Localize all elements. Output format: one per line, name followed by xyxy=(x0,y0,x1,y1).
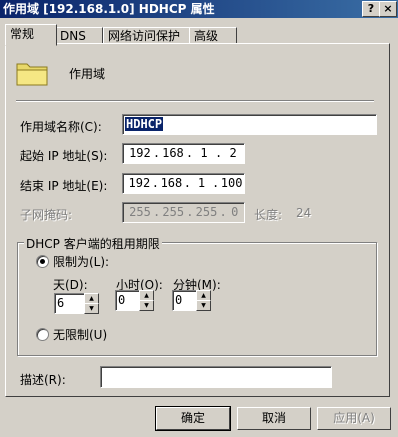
end-ip-label: 结束 IP 地址(E): xyxy=(20,179,108,193)
end-ip-octet-4: 100 xyxy=(220,176,243,190)
start-ip-octet-2: 168 xyxy=(162,146,184,160)
cancel-button[interactable]: 取消 xyxy=(237,407,311,430)
help-button[interactable]: ? xyxy=(362,1,380,17)
scope-name-value: HDHCP xyxy=(125,117,164,131)
folder-icon xyxy=(16,63,48,86)
subnet-octet-2: 255 xyxy=(162,205,185,219)
days-label: 天(D): xyxy=(53,278,88,292)
start-ip-label: 起始 IP 地址(S): xyxy=(20,149,108,163)
start-ip-octet-3: 1 xyxy=(200,146,208,160)
subnet-octet-3: 255 xyxy=(195,205,218,219)
subnet-octet-1: 255 xyxy=(129,205,151,219)
separator xyxy=(16,100,374,102)
apply-button: 应用(A) xyxy=(317,407,391,430)
days-input[interactable]: 6 xyxy=(54,293,85,314)
scope-header-label: 作用域 xyxy=(69,67,106,81)
subnet-mask-label: 子网掩码: xyxy=(20,208,73,222)
end-ip-field[interactable]: 192. 168. 1. 100 xyxy=(122,173,245,194)
limited-label[interactable]: 限制为(L): xyxy=(53,253,109,270)
start-ip-octet-1: 192 xyxy=(129,146,151,160)
unlimited-label[interactable]: 无限制(U) xyxy=(53,326,107,343)
scope-name-input[interactable]: HDHCP xyxy=(122,114,377,135)
description-label: 描述(R): xyxy=(20,373,66,387)
tab-general[interactable]: 常规 xyxy=(5,24,57,46)
window-title: 作用域 [192.168.1.0] HDHCP 属性 xyxy=(3,2,215,16)
subnet-mask-field: 255. 255. 255. 0 xyxy=(122,202,245,223)
end-ip-octet-1: 192 xyxy=(128,176,151,190)
ok-button[interactable]: 确定 xyxy=(155,406,231,431)
scope-name-label: 作用域名称(C): xyxy=(20,120,102,134)
help-icon: ? xyxy=(367,2,375,15)
end-ip-octet-2: 168 xyxy=(160,176,183,190)
subnet-octet-4: 0 xyxy=(231,205,239,219)
hours-down-arrow-icon[interactable]: ▼ xyxy=(139,300,154,311)
limited-radio[interactable] xyxy=(36,255,49,268)
radio-selected-dot xyxy=(40,259,45,264)
unlimited-radio[interactable] xyxy=(36,328,49,341)
start-ip-octet-4: 2 xyxy=(229,146,237,160)
length-label: 长度: xyxy=(254,208,283,222)
days-down-arrow-icon[interactable]: ▼ xyxy=(84,303,99,314)
close-icon: × xyxy=(383,2,393,15)
end-ip-octet-3: 1 xyxy=(197,176,206,190)
start-ip-field[interactable]: 192. 168. 1. 2 xyxy=(122,143,245,164)
close-button[interactable]: × xyxy=(379,1,397,17)
minutes-down-arrow-icon[interactable]: ▼ xyxy=(196,300,211,311)
lease-group-title: DHCP 客户端的租用期限 xyxy=(24,235,162,252)
length-value: 24 xyxy=(296,206,312,220)
description-input[interactable] xyxy=(100,366,332,388)
title-bar: 作用域 [192.168.1.0] HDHCP 属性 ? × xyxy=(0,0,398,18)
